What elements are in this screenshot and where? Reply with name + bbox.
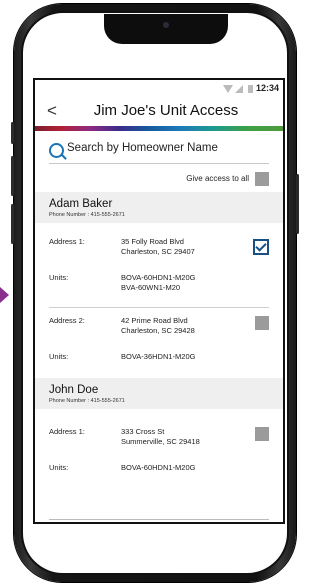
divider <box>49 307 269 308</box>
camera-icon <box>163 22 169 28</box>
list-bottom-divider <box>49 519 269 520</box>
search-placeholder: Search by Homeowner Name <box>67 142 218 154</box>
give-access-all-label: Give access to all <box>186 174 249 183</box>
app-screen: 12:34 < Jim Joe's Unit Access Search by … <box>33 78 285 524</box>
address-access-checkbox[interactable] <box>255 316 269 330</box>
units-label: Units: <box>49 352 69 361</box>
address-access-checkbox[interactable] <box>253 239 269 255</box>
page-title: Jim Joe's Unit Access <box>93 102 239 119</box>
brand-color-strip <box>35 126 283 131</box>
units-row: Units: BOVA-60HDN1-M20G BVA-60WN1-M20 <box>35 273 283 297</box>
address-line1: 35 Folly Road Blvd <box>121 237 184 246</box>
status-time: 12:34 <box>255 83 279 93</box>
address-line2: Charleston, SC 29428 <box>121 326 195 335</box>
search-input[interactable]: Search by Homeowner Name <box>49 141 269 164</box>
title-bar: < Jim Joe's Unit Access <box>35 98 283 126</box>
search-icon <box>49 143 64 158</box>
homeowner-phone: Phone Number : 415-555-2671 <box>49 212 125 218</box>
phone-volume-down-button <box>11 204 14 244</box>
signal-icon <box>235 85 243 93</box>
battery-icon <box>248 85 253 93</box>
address-label: Address 2: <box>49 316 85 325</box>
units-label: Units: <box>49 273 69 282</box>
address-row: Address 1: 35 Folly Road Blvd Charleston… <box>35 237 283 265</box>
units-value: BOVA-60HDN1-M20G <box>121 463 195 473</box>
unit-model: BOVA-60HDN1-M20G <box>121 273 196 282</box>
address-line1: 333 Cross St <box>121 427 165 436</box>
address-value: 42 Prime Road Blvd Charleston, SC 29428 <box>121 316 195 336</box>
unit-model: BOVA-60HDN1-M20G <box>121 463 196 472</box>
address-row: Address 2: 42 Prime Road Blvd Charleston… <box>35 316 283 344</box>
address-access-checkbox[interactable] <box>255 427 269 441</box>
homeowner-addresses: Address 1: 35 Folly Road Blvd Charleston… <box>35 223 283 378</box>
units-value: BOVA-60HDN1-M20G BVA-60WN1-M20 <box>121 273 195 293</box>
homeowner-phone: Phone Number : 415-555-2671 <box>49 398 125 404</box>
homeowner-name: Adam Baker <box>49 198 113 210</box>
address-label: Address 1: <box>49 237 85 246</box>
phone-side-button <box>11 122 14 144</box>
give-access-all-checkbox[interactable] <box>255 172 269 186</box>
phone-volume-up-button <box>11 156 14 196</box>
give-access-all-row: Give access to all <box>35 168 283 192</box>
phone-notch <box>104 14 228 44</box>
address-value: 35 Folly Road Blvd Charleston, SC 29407 <box>121 237 195 257</box>
address-line2: Summerville, SC 29418 <box>121 437 200 446</box>
unit-model: BOVA-36HDN1-M20G <box>121 352 196 361</box>
status-bar: 12:34 <box>35 80 283 98</box>
units-row: Units: BOVA-60HDN1-M20G <box>35 463 283 477</box>
address-value: 333 Cross St Summerville, SC 29418 <box>121 427 200 447</box>
address-label: Address 1: <box>49 427 85 436</box>
side-pointer-arrow <box>0 287 9 303</box>
units-value: BOVA-36HDN1-M20G <box>121 352 195 362</box>
homeowner-header: John Doe Phone Number : 415-555-2671 <box>35 378 283 409</box>
units-label: Units: <box>49 463 69 472</box>
homeowner-header: Adam Baker Phone Number : 415-555-2671 <box>35 192 283 223</box>
wifi-icon <box>223 85 233 93</box>
units-row: Units: BOVA-36HDN1-M20G <box>35 352 283 366</box>
address-line2: Charleston, SC 29407 <box>121 247 195 256</box>
phone-power-button <box>296 174 299 234</box>
unit-model: BVA-60WN1-M20 <box>121 283 181 292</box>
address-row: Address 1: 333 Cross St Summerville, SC … <box>35 427 283 455</box>
homeowner-name: John Doe <box>49 384 99 396</box>
address-line1: 42 Prime Road Blvd <box>121 316 188 325</box>
homeowner-addresses: Address 1: 333 Cross St Summerville, SC … <box>35 409 283 489</box>
